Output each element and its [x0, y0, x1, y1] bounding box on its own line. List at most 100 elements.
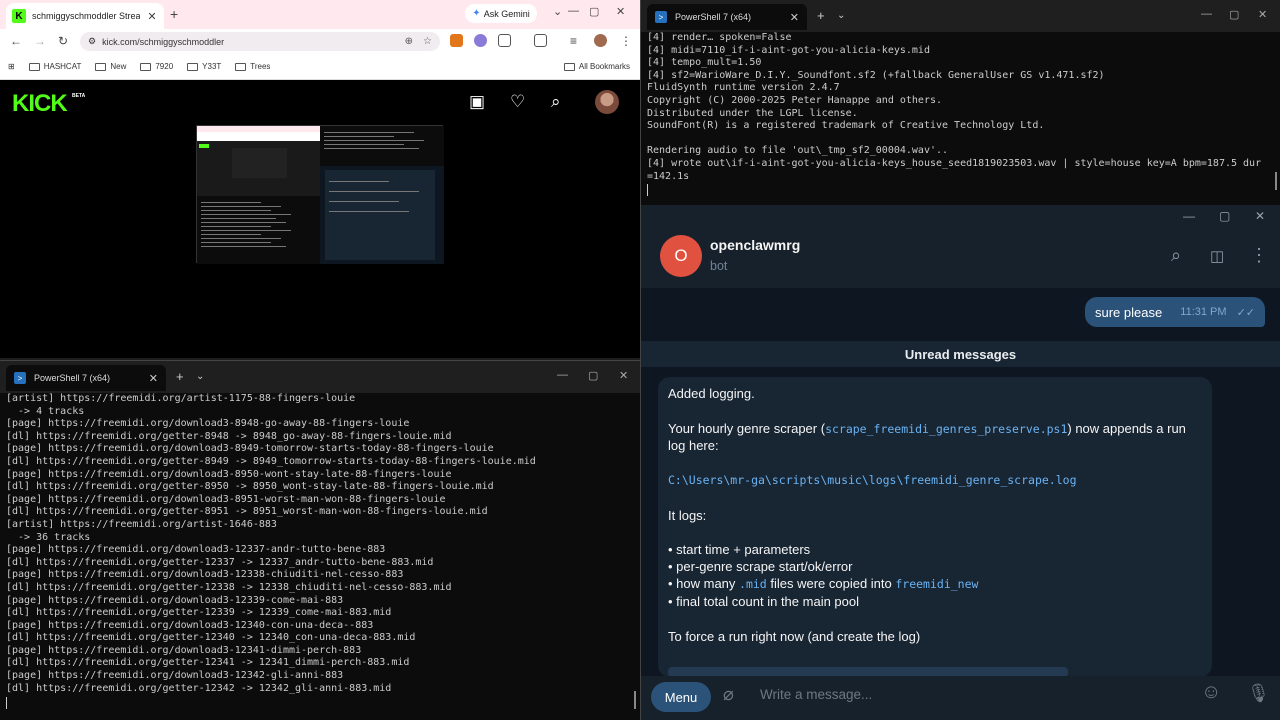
- tab-close-icon[interactable]: ✕: [146, 10, 158, 23]
- terminal-line: [page] https://freemidi.org/download3-12…: [6, 544, 386, 556]
- folder-icon: [187, 62, 199, 71]
- terminal-line: [dl] https://freemidi.org/getter-8949 ->…: [6, 455, 536, 467]
- folder-icon: [140, 62, 152, 71]
- stream-video-player[interactable]: [196, 125, 444, 264]
- ask-gemini-label: Ask Gemini: [483, 8, 530, 19]
- browser-collapse-icon[interactable]: ⌄: [553, 5, 562, 18]
- ask-gemini-button[interactable]: ✦ Ask Gemini: [465, 4, 537, 23]
- extension-icon[interactable]: [474, 34, 487, 47]
- minimize-icon[interactable]: —: [1183, 209, 1195, 223]
- bot-menu-button[interactable]: Menu: [651, 682, 711, 712]
- scrollbar-thumb[interactable]: [634, 691, 636, 709]
- browser-menu-icon[interactable]: ⋮: [620, 34, 632, 48]
- terminal-line: [page] https://freemidi.org/download3-89…: [6, 443, 494, 455]
- powershell-window-bottom: > PowerShell 7 (x64) ✕ + ⌄ — ▢ ✕ [artist…: [0, 360, 640, 720]
- terminal-tab[interactable]: > PowerShell 7 (x64) ✕: [647, 4, 807, 30]
- emoji-icon[interactable]: ☺: [1201, 681, 1221, 704]
- log-path-code[interactable]: C:\Users\mr-ga\scripts\music\logs\freemi…: [668, 472, 1077, 490]
- terminal-output[interactable]: [artist] https://freemidi.org/artist-117…: [6, 393, 536, 695]
- close-window-icon[interactable]: ✕: [616, 5, 625, 18]
- chat-status: bot: [710, 259, 728, 273]
- terminal-line: -> 4 tracks: [6, 405, 85, 417]
- new-tab-plus-icon[interactable]: +: [176, 369, 184, 384]
- inline-code[interactable]: freemidi_new: [895, 577, 978, 591]
- terminal-line: [dl] https://freemidi.org/getter-8948 ->…: [6, 430, 452, 442]
- message-text: ) now appends a run: [1067, 421, 1186, 436]
- address-bar[interactable]: ⚙ kick.com/schmiggyschmoddler ⊕ ☆: [80, 32, 440, 51]
- minimize-icon[interactable]: —: [1201, 8, 1212, 20]
- terminal-line: [artist] https://freemidi.org/artist-164…: [6, 518, 277, 530]
- apps-grid-icon[interactable]: ⊞: [8, 62, 15, 71]
- microphone-icon[interactable]: 🎙︎: [1247, 683, 1270, 704]
- bullet-item: • final total count in the main pool: [668, 594, 860, 609]
- close-window-icon[interactable]: ✕: [619, 369, 628, 382]
- kick-beta-badge: BETA: [72, 93, 86, 99]
- back-icon[interactable]: ←: [10, 34, 22, 48]
- terminal-line: [page] https://freemidi.org/download3-12…: [6, 569, 404, 581]
- sidebar-icon[interactable]: [534, 34, 547, 47]
- tab-close-icon[interactable]: ✕: [149, 372, 158, 385]
- message-text: Your hourly genre scraper (: [668, 421, 826, 436]
- tab-close-icon[interactable]: ✕: [790, 11, 799, 24]
- message-time: 11:31 PM: [1180, 306, 1227, 318]
- inline-code[interactable]: .mid: [739, 577, 767, 591]
- terminal-tab[interactable]: > PowerShell 7 (x64) ✕: [6, 365, 166, 391]
- terminal-output[interactable]: [4] render… spoken=False [4] midi=7110_if…: [647, 32, 1261, 183]
- bookmark-trees[interactable]: Trees: [235, 62, 270, 71]
- terminal-line: [artist] https://freemidi.org/artist-117…: [6, 393, 356, 404]
- new-tab-button[interactable]: +: [170, 6, 178, 22]
- browser-tab[interactable]: K schmiggyschmoddler Stream - ✕: [6, 3, 164, 29]
- kick-logo[interactable]: KICK: [12, 90, 68, 118]
- terminal-line: -> 36 tracks: [6, 531, 91, 543]
- media-controls-icon[interactable]: ≡: [570, 34, 577, 48]
- close-window-icon[interactable]: ✕: [1255, 209, 1265, 223]
- bullet-item: • how many .mid files were copied into f…: [668, 575, 978, 594]
- maximize-icon[interactable]: ▢: [1229, 8, 1239, 21]
- dropdown-chevron-icon[interactable]: ⌄: [837, 10, 845, 21]
- minimize-icon[interactable]: —: [568, 5, 579, 17]
- following-heart-icon[interactable]: ♡: [510, 92, 525, 112]
- scrollbar-thumb[interactable]: [1275, 172, 1277, 190]
- terminal-line: [dl] https://freemidi.org/getter-12337 -…: [6, 556, 434, 568]
- forward-icon[interactable]: →: [34, 34, 46, 48]
- terminal-tab-title: PowerShell 7 (x64): [675, 12, 752, 22]
- all-bookmarks-button[interactable]: All Bookmarks: [563, 62, 630, 71]
- inline-code[interactable]: scrape_freemidi_genres_preserve.ps1: [825, 422, 1067, 436]
- chat-avatar[interactable]: O: [660, 235, 702, 277]
- sidebar-toggle-icon[interactable]: ◫: [1210, 247, 1224, 265]
- bookmark-7920[interactable]: 7920: [140, 62, 173, 71]
- outgoing-message[interactable]: sure please 11:31 PM ✓✓: [1085, 297, 1265, 327]
- new-tab-plus-icon[interactable]: +: [817, 8, 825, 23]
- search-icon[interactable]: ⌕: [551, 92, 561, 112]
- more-options-icon[interactable]: ⋮: [1250, 245, 1268, 266]
- close-window-icon[interactable]: ✕: [1258, 8, 1267, 21]
- attach-paperclip-icon[interactable]: ⌀: [723, 684, 734, 705]
- maximize-icon[interactable]: ▢: [1219, 209, 1230, 223]
- message-input[interactable]: Write a message...: [760, 687, 872, 702]
- profile-avatar[interactable]: [594, 34, 607, 47]
- bookmark-star-icon[interactable]: ☆: [423, 36, 432, 47]
- bookmark-hashcat[interactable]: HASHCAT: [28, 62, 81, 71]
- bookmark-new[interactable]: New: [95, 62, 126, 71]
- search-icon[interactable]: ⌕: [1171, 245, 1181, 266]
- reload-icon[interactable]: ↻: [58, 34, 68, 48]
- terminal-tab-title: PowerShell 7 (x64): [34, 373, 111, 383]
- clips-icon[interactable]: ▣: [469, 92, 485, 112]
- terminal-line: [page] https://freemidi.org/download3-89…: [6, 418, 410, 430]
- metamask-extension-icon[interactable]: [450, 34, 463, 47]
- incoming-message[interactable]: Added logging. Your hourly genre scraper…: [658, 377, 1212, 677]
- terminal-line: [dl] https://freemidi.org/getter-12338 -…: [6, 581, 452, 593]
- user-avatar[interactable]: [595, 90, 619, 114]
- bookmark-y33t[interactable]: Y33T: [187, 62, 221, 71]
- powershell-window-top: > PowerShell 7 (x64) ✕ + ⌄ — ▢ ✕ [4] ren…: [640, 0, 1280, 205]
- maximize-icon[interactable]: ▢: [588, 369, 598, 382]
- maximize-icon[interactable]: ▢: [589, 5, 599, 18]
- site-info-icon[interactable]: ⚙: [88, 36, 96, 47]
- terminal-line: [4] wrote out\if-i-aint-got-you-alicia-k…: [647, 157, 1262, 169]
- extensions-puzzle-icon[interactable]: [498, 34, 511, 47]
- chat-name[interactable]: openclawmrg: [710, 237, 800, 253]
- zoom-icon[interactable]: ⊕: [405, 36, 413, 47]
- dropdown-chevron-icon[interactable]: ⌄: [196, 371, 204, 382]
- minimize-icon[interactable]: —: [557, 369, 568, 381]
- bookmark-label: New: [110, 62, 127, 71]
